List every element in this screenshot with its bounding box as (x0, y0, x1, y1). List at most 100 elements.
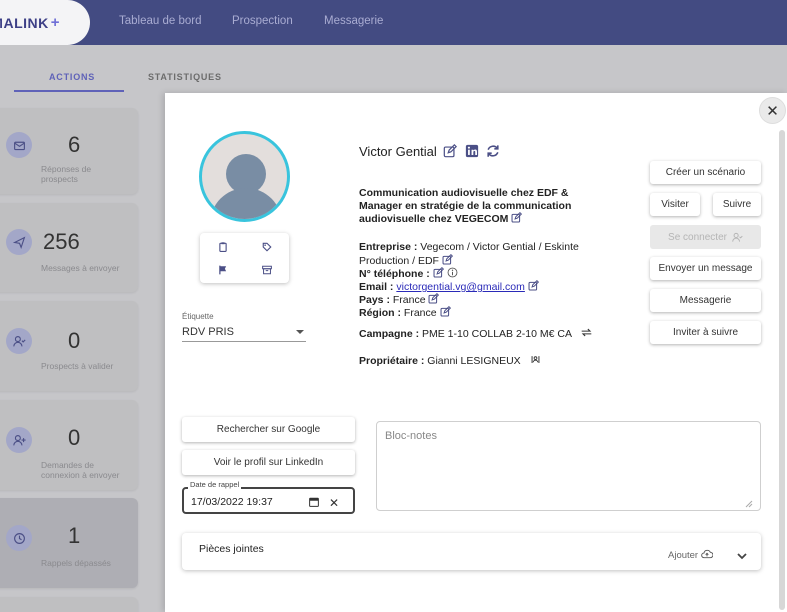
stat-label: Messages à envoyer (41, 263, 120, 273)
edit-icon[interactable] (528, 280, 539, 291)
prospect-name: Victor Gential (359, 144, 437, 159)
proprietaire-value: Gianni LESIGNEUX (427, 355, 521, 367)
etiquette-value: RDV PRIS (182, 326, 234, 338)
region-value: France (403, 307, 437, 319)
logo-text: MALINK (0, 14, 49, 31)
proprietaire-label: Propriétaire : (359, 355, 425, 367)
messaging-button[interactable]: Messagerie (650, 289, 761, 312)
stat-card-messages[interactable]: 256 Messages à envoyer (0, 203, 138, 292)
avatar-body (210, 188, 282, 219)
nav-tableau-de-bord[interactable]: Tableau de bord (119, 15, 201, 27)
resize-handle-icon[interactable] (745, 500, 753, 508)
stat-card-demandes[interactable]: 0 Demandes de connexion à envoyer (0, 400, 138, 490)
region-row: Région : France (359, 306, 451, 320)
telephone-row: N° téléphone : (359, 267, 458, 281)
quick-actions-box (200, 233, 289, 283)
avatar (199, 131, 290, 222)
edit-icon[interactable] (511, 212, 523, 223)
panel-scrollbar[interactable] (779, 130, 785, 610)
refresh-icon[interactable] (486, 144, 500, 158)
edit-icon[interactable] (433, 267, 444, 278)
stat-label: Rappels dépassés (41, 558, 111, 568)
clear-date-icon[interactable]: ✕ (329, 496, 339, 510)
pays-value: France (392, 294, 426, 306)
archive-icon[interactable] (262, 265, 272, 275)
user-check-icon (6, 328, 32, 354)
email-link[interactable]: victorgential.vg@gmail.com (396, 281, 525, 293)
add-attachment-label: Ajouter (668, 550, 699, 561)
google-search-button[interactable]: Rechercher sur Google (182, 417, 355, 442)
cloud-upload-icon (700, 549, 714, 559)
reminder-date-value: 17/03/2022 19:37 (191, 496, 273, 508)
stat-value: 1 (68, 523, 81, 548)
edit-icon[interactable] (443, 144, 457, 158)
tag-icon[interactable] (262, 242, 272, 252)
info-icon[interactable] (447, 267, 458, 278)
linkedin-icon[interactable] (465, 144, 479, 158)
stat-card-prospects[interactable]: 0 Prospects à valider (0, 301, 138, 391)
nav-prospection[interactable]: Prospection (232, 15, 293, 27)
stat-card-partial (0, 597, 138, 612)
follow-button[interactable]: Suivre (713, 193, 761, 216)
edit-icon[interactable] (440, 306, 451, 317)
email-row: Email : victorgential.vg@gmail.com (359, 280, 539, 294)
attachments-title: Pièces jointes (199, 543, 264, 555)
top-navbar: MALINK+ Tableau de bord Prospection Mess… (0, 0, 787, 45)
stat-label: Prospects à valider (41, 361, 114, 371)
email-label: Email : (359, 281, 394, 293)
visit-button[interactable]: Visiter (650, 193, 700, 216)
stat-value: 0 (68, 425, 81, 450)
chevron-down-icon[interactable] (737, 552, 747, 560)
stat-value: 256 (43, 229, 80, 254)
tabs-bar (0, 45, 787, 93)
stat-card-rappels[interactable]: 1 Rappels dépassés (0, 498, 138, 588)
campagne-label: Campagne : (359, 328, 420, 340)
invite-follow-button[interactable]: Inviter à suivre (650, 321, 761, 344)
flag-icon[interactable] (218, 265, 228, 275)
stat-value: 0 (68, 328, 81, 353)
send-message-button[interactable]: Envoyer un message (650, 257, 761, 280)
paper-plane-icon (6, 229, 32, 255)
clock-icon (6, 525, 32, 551)
envelope-icon (6, 132, 32, 158)
etiquette-label: Étiquette (182, 312, 214, 321)
tab-actions[interactable]: ACTIONS (49, 72, 95, 82)
swap-icon[interactable] (580, 327, 593, 338)
chevron-down-icon (296, 330, 304, 334)
campagne-value: PME 1-10 COLLAB 2-10 M€ CA (422, 328, 572, 340)
edit-icon[interactable] (428, 293, 440, 304)
notes-placeholder: Bloc-notes (385, 430, 437, 442)
stat-value: 6 (68, 132, 81, 157)
logo-plus: + (50, 14, 60, 31)
reminder-date-label: Date de rappel (188, 480, 242, 489)
region-label: Région : (359, 307, 401, 319)
stat-card-reponses[interactable]: 6 Réponses de prospects (0, 108, 138, 194)
connect-button[interactable]: Se connecter (650, 225, 761, 249)
entreprise-label: Entreprise : (359, 241, 418, 253)
user-check-icon (732, 232, 743, 242)
clipboard-icon[interactable] (218, 242, 228, 252)
stat-label: Réponses de prospects (41, 164, 92, 184)
app-logo[interactable]: MALINK+ (0, 0, 90, 45)
add-attachment-button[interactable]: Ajouter (668, 549, 714, 561)
create-scenario-button[interactable]: Créer un scénario (650, 161, 761, 184)
pays-row: Pays : France (359, 293, 440, 307)
linkedin-profile-button[interactable]: Voir le profil sur LinkedIn (182, 450, 355, 475)
headline-text: Communication audiovisuelle chez EDF & M… (359, 187, 572, 225)
close-button[interactable]: ✕ (759, 97, 786, 124)
stat-label: Demandes de connexion à envoyer (41, 460, 120, 480)
tab-active-indicator (14, 90, 124, 92)
pays-label: Pays : (359, 294, 390, 306)
tab-statistiques[interactable]: STATISTIQUES (148, 72, 222, 82)
calendar-icon[interactable] (309, 497, 319, 507)
user-plus-icon (6, 427, 32, 453)
campagne-row: Campagne : PME 1-10 COLLAB 2-10 M€ CA (359, 327, 593, 341)
etiquette-select[interactable]: RDV PRIS (182, 324, 306, 342)
entreprise-row: Entreprise : Vegecom / Victor Gential / … (359, 241, 599, 267)
edit-icon[interactable] (442, 253, 453, 265)
nav-messagerie[interactable]: Messagerie (324, 15, 383, 27)
close-icon: ✕ (766, 102, 779, 120)
telephone-label: N° téléphone : (359, 268, 430, 280)
proprietaire-row: Propriétaire : Gianni LESIGNEUX (359, 354, 541, 368)
user-switch-icon[interactable] (530, 354, 541, 365)
